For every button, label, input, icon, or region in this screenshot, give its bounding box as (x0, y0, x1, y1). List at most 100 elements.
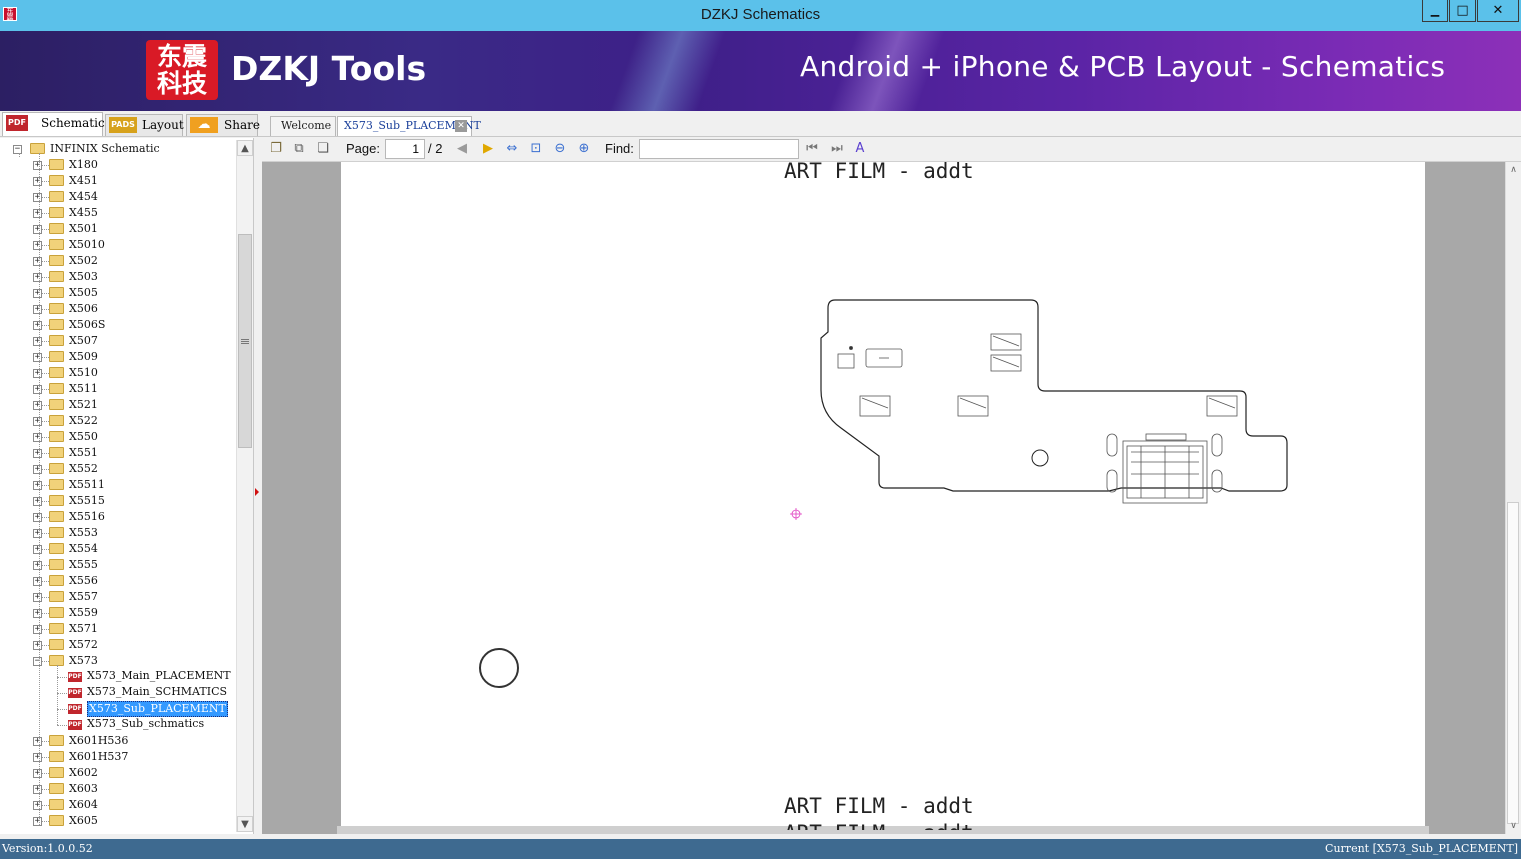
tree-folder-item[interactable]: + X557 (0, 589, 230, 605)
expand-icon[interactable]: + (33, 353, 42, 362)
tree-folder-item[interactable]: + X603 (0, 781, 230, 797)
expand-icon[interactable]: + (33, 593, 42, 602)
expand-icon[interactable]: + (33, 369, 42, 378)
tree-folder-item[interactable]: − X573 (0, 653, 230, 669)
expand-icon[interactable]: + (33, 337, 42, 346)
tree-folder-item[interactable]: + X556 (0, 573, 230, 589)
viewer-scrollbar[interactable]: ∧ ∨ (1505, 162, 1521, 834)
collapse-arrow-icon[interactable] (255, 488, 259, 496)
expand-icon[interactable]: + (33, 561, 42, 570)
expand-icon[interactable]: + (33, 417, 42, 426)
tree-folder-item[interactable]: + X503 (0, 269, 230, 285)
zoom-out-icon[interactable]: ⊖ (552, 141, 568, 157)
tree-file-item[interactable]: PDF X573_Main_SCHMATICS (0, 685, 230, 701)
tree-file-item[interactable]: PDF X573_Sub_PLACEMENT (0, 701, 230, 717)
tree-folder-item[interactable]: + X601H536 (0, 733, 230, 749)
tree-folder-item[interactable]: + X572 (0, 637, 230, 653)
tree-folder-item[interactable]: + X602 (0, 765, 230, 781)
scroll-down-icon[interactable]: ▼ (237, 816, 253, 832)
viewer-scroll-thumb[interactable] (1507, 502, 1519, 824)
fit-page-icon[interactable]: ⊡ (528, 141, 544, 157)
tree-file-item[interactable]: PDF X573_Sub_schmatics (0, 717, 230, 733)
expand-icon[interactable]: + (33, 801, 42, 810)
expand-icon[interactable]: + (33, 193, 42, 202)
expand-icon[interactable]: + (33, 753, 42, 762)
tree-folder-item[interactable]: + X553 (0, 525, 230, 541)
expand-icon[interactable]: + (33, 321, 42, 330)
tree-folder-item[interactable]: + X511 (0, 381, 230, 397)
tree-folder-item[interactable]: + X5516 (0, 509, 230, 525)
tree-folder-item[interactable]: + X510 (0, 365, 230, 381)
tree-root[interactable]: − INFINIX Schematic (0, 141, 230, 157)
copy-page-icon[interactable]: ⧉ (291, 141, 307, 157)
expand-icon[interactable]: + (33, 817, 42, 826)
tree-folder-item[interactable]: + X5511 (0, 477, 230, 493)
expand-icon[interactable]: + (33, 289, 42, 298)
expand-icon[interactable]: + (33, 273, 42, 282)
tree-folder-item[interactable]: + X552 (0, 461, 230, 477)
expand-icon[interactable]: + (33, 513, 42, 522)
tree-folder-item[interactable]: + X601H537 (0, 749, 230, 765)
maximize-button[interactable]: □ (1449, 0, 1476, 22)
expand-icon[interactable]: + (33, 545, 42, 554)
tree-folder-item[interactable]: + X501 (0, 221, 230, 237)
viewer-scroll-down-icon[interactable]: ∨ (1506, 818, 1521, 834)
tree-folder-item[interactable]: + X502 (0, 253, 230, 269)
tree-folder-item[interactable]: + X522 (0, 413, 230, 429)
expand-icon[interactable]: + (33, 401, 42, 410)
find-input[interactable] (639, 139, 799, 159)
collapse-icon[interactable]: − (13, 145, 22, 154)
expand-icon[interactable]: + (33, 497, 42, 506)
tree-folder-item[interactable]: + X605 (0, 813, 230, 829)
tab-schematic[interactable]: PDF Schematic (2, 112, 105, 136)
tree-folder-item[interactable]: + X554 (0, 541, 230, 557)
expand-icon[interactable]: + (33, 385, 42, 394)
find-next-icon[interactable]: ⏭ (829, 141, 845, 157)
tree-folder-item[interactable]: + X571 (0, 621, 230, 637)
highlight-icon[interactable]: A (852, 141, 868, 157)
tree-folder-item[interactable]: + X521 (0, 397, 230, 413)
expand-icon[interactable]: + (33, 529, 42, 538)
tree-folder-item[interactable]: + X551 (0, 445, 230, 461)
fit-width-icon[interactable]: ⇔ (504, 141, 520, 157)
tab-x573-sub-placement[interactable]: X573_Sub_PLACEMENT ✕ (337, 116, 481, 136)
expand-icon[interactable]: + (33, 225, 42, 234)
tree-folder-item[interactable]: + X550 (0, 429, 230, 445)
expand-icon[interactable]: + (33, 241, 42, 250)
expand-icon[interactable]: + (33, 737, 42, 746)
tree-folder-item[interactable]: + X5010 (0, 237, 230, 253)
zoom-in-icon[interactable]: ⊕ (576, 141, 592, 157)
panel-splitter[interactable] (254, 138, 261, 834)
tree-folder-item[interactable]: + X509 (0, 349, 230, 365)
minimize-button[interactable]: ▁ (1422, 0, 1448, 22)
expand-icon[interactable]: + (33, 465, 42, 474)
tree-scroll-thumb[interactable] (238, 234, 252, 448)
expand-icon[interactable]: + (33, 769, 42, 778)
tree-folder-item[interactable]: + X559 (0, 605, 230, 621)
viewer-scroll-up-icon[interactable]: ∧ (1506, 162, 1521, 178)
tree-folder-item[interactable]: + X455 (0, 205, 230, 221)
tab-close-icon[interactable]: ✕ (455, 120, 467, 132)
tab-layout[interactable]: PADS Layout (105, 114, 184, 136)
tree-folder-item[interactable]: + X451 (0, 173, 230, 189)
collapse-icon[interactable]: − (33, 657, 42, 666)
expand-icon[interactable]: + (33, 257, 42, 266)
tree-file-item[interactable]: PDF X573_Main_PLACEMENT (0, 669, 231, 685)
tree-folder-item[interactable]: + X180 (0, 157, 230, 173)
expand-icon[interactable]: + (33, 177, 42, 186)
expand-icon[interactable]: + (33, 785, 42, 794)
expand-icon[interactable]: + (33, 433, 42, 442)
scroll-up-icon[interactable]: ▲ (237, 140, 253, 156)
tree-folder-item[interactable]: + X454 (0, 189, 230, 205)
expand-icon[interactable]: + (33, 625, 42, 634)
tree-folder-item[interactable]: + X5515 (0, 493, 230, 509)
expand-icon[interactable]: + (33, 305, 42, 314)
next-page-icon[interactable]: ▶ (480, 141, 496, 157)
tree-scrollbar[interactable]: ▲ ▼ (236, 140, 253, 832)
tree-folder-item[interactable]: + X505 (0, 285, 230, 301)
tree-folder-item[interactable]: + X604 (0, 797, 230, 813)
tree-folder-item[interactable]: + X506 (0, 301, 230, 317)
expand-icon[interactable]: + (33, 209, 42, 218)
tree-folder-item[interactable]: + X506S (0, 317, 230, 333)
prev-page-icon[interactable]: ◀ (454, 141, 470, 157)
